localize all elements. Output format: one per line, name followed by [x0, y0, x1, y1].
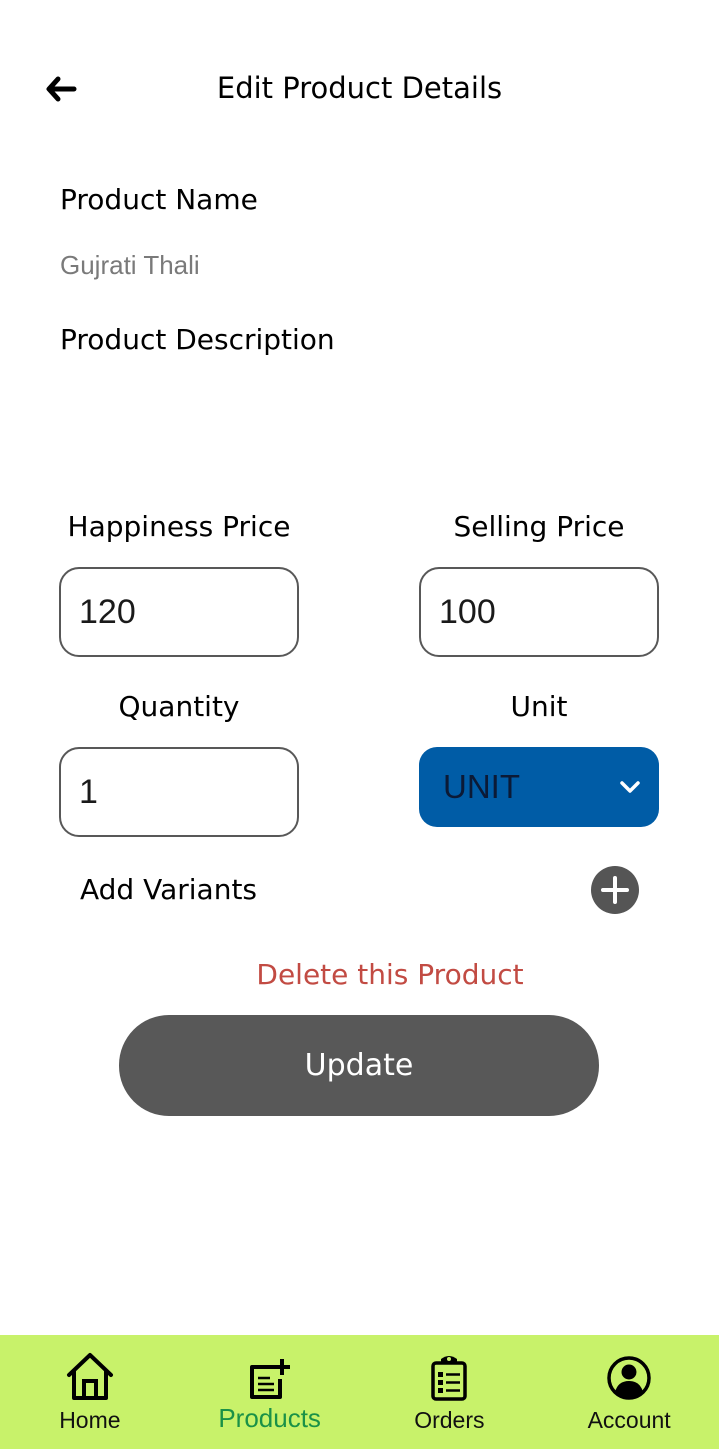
selling-price-input[interactable]	[421, 592, 657, 632]
clipboard-list-icon	[429, 1349, 469, 1401]
nav-item-orders[interactable]: Orders	[360, 1335, 540, 1449]
add-variants-label: Add Variants	[80, 873, 258, 906]
product-name-label: Product Name	[60, 183, 258, 216]
happiness-price-label: Happiness Price	[67, 510, 291, 543]
unit-label: Unit	[510, 690, 568, 723]
unit-selected-value: UNIT	[443, 768, 520, 805]
quantity-input[interactable]	[61, 772, 297, 812]
account-circle-icon	[606, 1349, 652, 1401]
add-note-icon	[248, 1349, 292, 1401]
chevron-down-icon	[619, 780, 659, 794]
plus-icon	[601, 876, 629, 904]
nav-label-orders: Orders	[414, 1407, 485, 1433]
add-variant-button[interactable]	[591, 866, 639, 914]
happiness-price-input[interactable]	[61, 592, 297, 632]
nav-item-products[interactable]: Products	[180, 1335, 360, 1449]
nav-item-home[interactable]: Home	[0, 1335, 180, 1449]
nav-item-account[interactable]: Account	[539, 1335, 719, 1449]
product-description-input[interactable]	[60, 370, 664, 474]
update-button[interactable]: Update	[119, 1015, 599, 1116]
nav-label-products: Products	[218, 1403, 321, 1433]
quantity-field	[59, 747, 299, 837]
home-icon	[64, 1349, 116, 1401]
nav-label-home: Home	[59, 1407, 121, 1433]
quantity-label: Quantity	[118, 690, 240, 723]
bottom-nav: Home Products Orders Account	[0, 1335, 719, 1449]
delete-product-link[interactable]: Delete this Product	[0, 955, 719, 995]
page-title: Edit Product Details	[216, 71, 503, 105]
product-description-label: Product Description	[60, 323, 335, 356]
unit-dropdown[interactable]: UNIT	[419, 747, 659, 827]
happiness-price-field	[59, 567, 299, 657]
selling-price-field	[419, 567, 659, 657]
product-name-input[interactable]	[60, 250, 660, 281]
nav-label-account: Account	[587, 1407, 671, 1433]
selling-price-label: Selling Price	[453, 510, 625, 543]
